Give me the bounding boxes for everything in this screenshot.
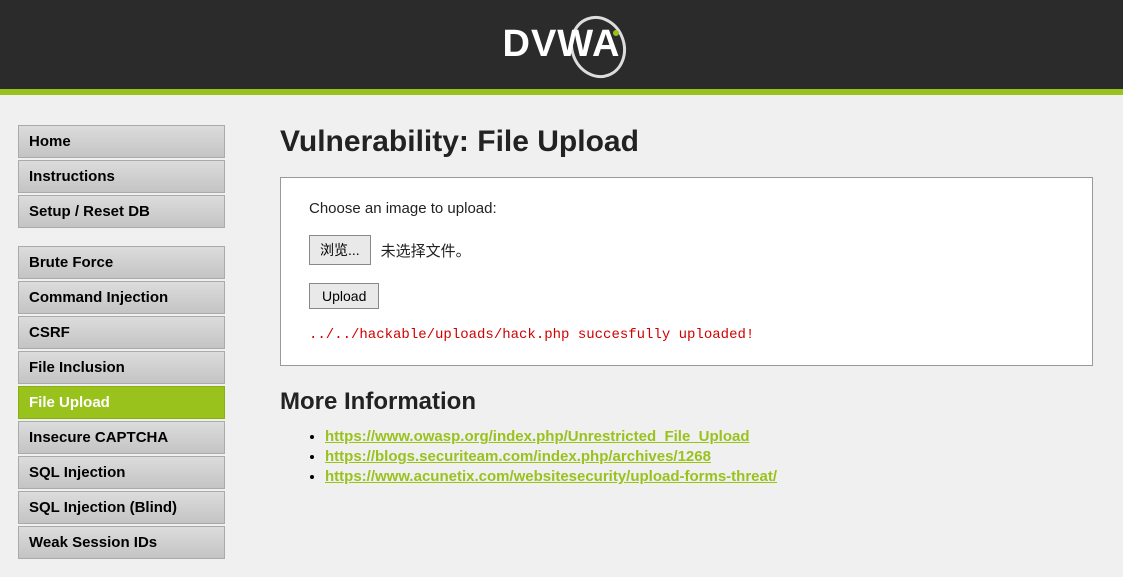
sidebar-item-setup[interactable]: Setup / Reset DB <box>18 195 225 228</box>
upload-label: Choose an image to upload: <box>309 200 1064 217</box>
main-content: Vulnerability: File Upload Choose an ima… <box>225 125 1123 577</box>
more-info-links: https://www.owasp.org/index.php/Unrestri… <box>280 428 1093 486</box>
sidebar-item-file-inclusion[interactable]: File Inclusion <box>18 351 225 384</box>
sidebar-item-command-injection[interactable]: Command Injection <box>18 281 225 314</box>
header: DVWA <box>0 0 1123 95</box>
sidebar-item-brute-force[interactable]: Brute Force <box>18 246 225 279</box>
info-link[interactable]: https://www.acunetix.com/websitesecurity… <box>325 468 777 485</box>
upload-button[interactable]: Upload <box>309 283 379 309</box>
sidebar-item-sql-injection[interactable]: SQL Injection <box>18 456 225 489</box>
logo: DVWA <box>503 23 621 66</box>
more-info-title: More Information <box>280 388 1093 416</box>
upload-result-message: ../../hackable/uploads/hack.php succesfu… <box>309 327 1064 343</box>
sidebar-item-file-upload[interactable]: File Upload <box>18 386 225 419</box>
sidebar: HomeInstructionsSetup / Reset DB Brute F… <box>0 125 225 577</box>
logo-text: DVWA <box>503 23 621 66</box>
sidebar-item-instructions[interactable]: Instructions <box>18 160 225 193</box>
info-link[interactable]: https://blogs.securiteam.com/index.php/a… <box>325 448 711 465</box>
sidebar-item-weak-session-ids[interactable]: Weak Session IDs <box>18 526 225 559</box>
upload-form: Choose an image to upload: 浏览... 未选择文件。 … <box>280 177 1093 366</box>
sidebar-item-insecure-captcha[interactable]: Insecure CAPTCHA <box>18 421 225 454</box>
sidebar-item-home[interactable]: Home <box>18 125 225 158</box>
file-status-text: 未选择文件。 <box>381 240 471 261</box>
sidebar-item-csrf[interactable]: CSRF <box>18 316 225 349</box>
info-link[interactable]: https://www.owasp.org/index.php/Unrestri… <box>325 428 750 445</box>
browse-button[interactable]: 浏览... <box>309 235 371 265</box>
sidebar-item-sql-injection-blind[interactable]: SQL Injection (Blind) <box>18 491 225 524</box>
list-item: https://blogs.securiteam.com/index.php/a… <box>325 448 1093 466</box>
list-item: https://www.acunetix.com/websitesecurity… <box>325 468 1093 486</box>
list-item: https://www.owasp.org/index.php/Unrestri… <box>325 428 1093 446</box>
page-title: Vulnerability: File Upload <box>280 125 1093 159</box>
